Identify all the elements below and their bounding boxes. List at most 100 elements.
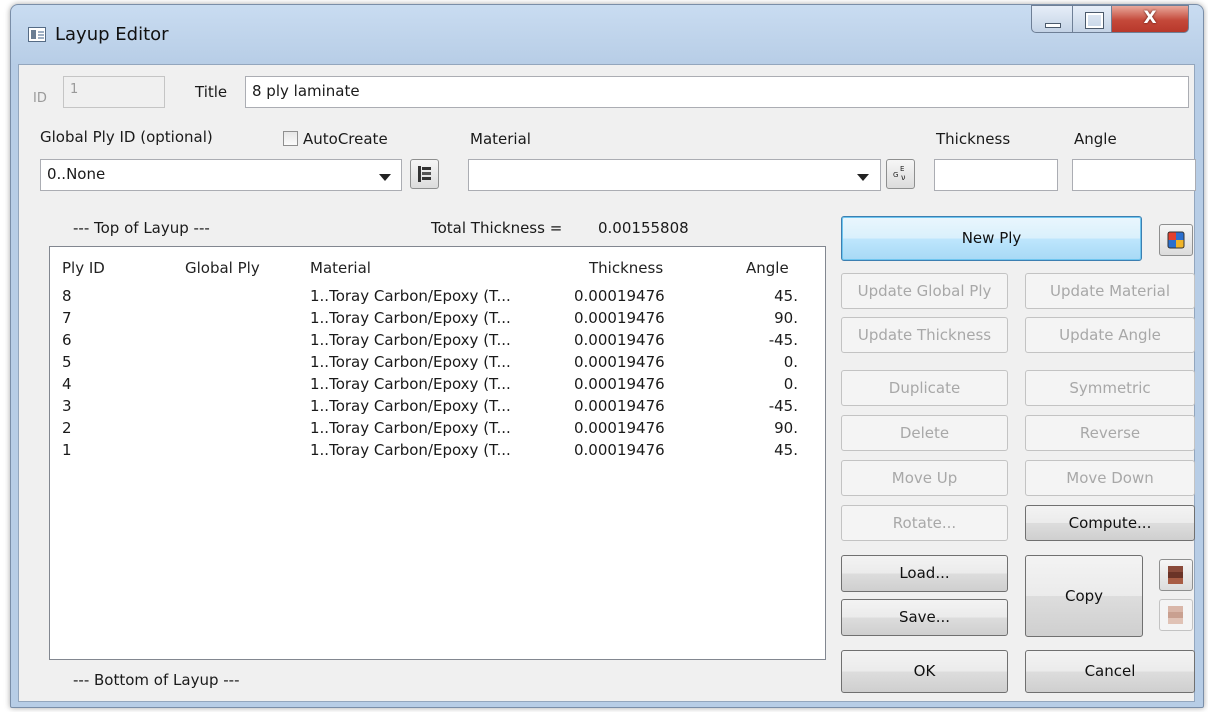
copy-stack-button[interactable] bbox=[1159, 559, 1193, 591]
angle-cell: 0. bbox=[783, 375, 798, 393]
material-select-button[interactable]: E G ν bbox=[886, 159, 915, 189]
ply-id-cell: 4 bbox=[62, 375, 72, 393]
autocreate-label: AutoCreate bbox=[303, 130, 388, 148]
title-field[interactable]: 8 ply laminate bbox=[245, 76, 1189, 108]
material-cell: 1..Toray Carbon/Epoxy (T... bbox=[310, 309, 511, 327]
title-label: Title bbox=[195, 83, 228, 101]
table-row[interactable]: 7 1..Toray Carbon/Epoxy (T... 0.00019476… bbox=[50, 309, 825, 331]
dialog-body: ID 1 Title 8 ply laminate Global Ply ID … bbox=[18, 64, 1196, 702]
thickness-label: Thickness bbox=[936, 130, 1011, 148]
material-cell: 1..Toray Carbon/Epoxy (T... bbox=[310, 375, 511, 393]
table-row[interactable]: 5 1..Toray Carbon/Epoxy (T... 0.00019476… bbox=[50, 353, 825, 375]
table-row[interactable]: 6 1..Toray Carbon/Epoxy (T... 0.00019476… bbox=[50, 331, 825, 353]
svg-text:E: E bbox=[900, 165, 904, 173]
chevron-down-icon[interactable] bbox=[857, 174, 869, 181]
color-palette-icon bbox=[1167, 231, 1185, 249]
total-thickness-label: Total Thickness = bbox=[431, 219, 563, 237]
thickness-cell: 0.00019476 bbox=[574, 441, 665, 459]
material-label: Material bbox=[470, 130, 531, 148]
copy-button[interactable]: Copy bbox=[1025, 555, 1143, 637]
ply-id-cell: 6 bbox=[62, 331, 72, 349]
top-of-layup-label: --- Top of Layup --- bbox=[73, 219, 210, 237]
update-material-button[interactable]: Update Material bbox=[1025, 273, 1195, 309]
material-select-icon: E G ν bbox=[893, 165, 906, 182]
ok-button[interactable]: OK bbox=[841, 650, 1008, 693]
table-row[interactable]: 2 1..Toray Carbon/Epoxy (T... 0.00019476… bbox=[50, 419, 825, 441]
compute-button[interactable]: Compute... bbox=[1025, 505, 1195, 541]
material-combo[interactable] bbox=[468, 159, 881, 191]
global-ply-combo[interactable]: 0..None bbox=[40, 159, 402, 191]
delete-button[interactable]: Delete bbox=[841, 415, 1008, 451]
table-row[interactable]: 3 1..Toray Carbon/Epoxy (T... 0.00019476… bbox=[50, 397, 825, 419]
save-button[interactable]: Save... bbox=[841, 599, 1008, 636]
update-thickness-button[interactable]: Update Thickness bbox=[841, 317, 1008, 353]
material-cell: 1..Toray Carbon/Epoxy (T... bbox=[310, 331, 511, 349]
thickness-field[interactable] bbox=[934, 159, 1058, 191]
id-label: ID bbox=[33, 91, 47, 106]
paste-stack-button[interactable] bbox=[1159, 599, 1193, 631]
table-row[interactable]: 1 1..Toray Carbon/Epoxy (T... 0.00019476… bbox=[50, 441, 825, 463]
angle-cell: 90. bbox=[774, 419, 798, 437]
total-thickness-value: 0.00155808 bbox=[598, 219, 689, 237]
ply-id-cell: 5 bbox=[62, 353, 72, 371]
layup-editor-window: Layup Editor ID 1 Title 8 ply laminate G… bbox=[10, 4, 1204, 708]
ply-select-icon bbox=[418, 166, 431, 182]
duplicate-button[interactable]: Duplicate bbox=[841, 370, 1008, 406]
thickness-cell: 0.00019476 bbox=[574, 375, 665, 393]
copy-stack-icon bbox=[1168, 566, 1183, 584]
cancel-button[interactable]: Cancel bbox=[1025, 650, 1195, 693]
thickness-cell: 0.00019476 bbox=[574, 309, 665, 327]
thickness-cell: 0.00019476 bbox=[574, 419, 665, 437]
chevron-down-icon[interactable] bbox=[379, 174, 391, 181]
paste-stack-icon bbox=[1168, 606, 1183, 624]
angle-field[interactable] bbox=[1072, 159, 1196, 191]
ply-id-cell: 7 bbox=[62, 309, 72, 327]
ply-select-button[interactable] bbox=[410, 159, 439, 189]
angle-cell: 45. bbox=[774, 287, 798, 305]
move-up-button[interactable]: Move Up bbox=[841, 460, 1008, 496]
table-row[interactable]: 4 1..Toray Carbon/Epoxy (T... 0.00019476… bbox=[50, 375, 825, 397]
material-cell: 1..Toray Carbon/Epoxy (T... bbox=[310, 441, 511, 459]
column-header-ply-id[interactable]: Ply ID bbox=[62, 259, 105, 277]
maximize-button[interactable] bbox=[1072, 5, 1112, 33]
layup-editor-app-icon bbox=[28, 27, 46, 42]
thickness-cell: 0.00019476 bbox=[574, 397, 665, 415]
column-header-thickness[interactable]: Thickness bbox=[589, 259, 663, 277]
material-cell: 1..Toray Carbon/Epoxy (T... bbox=[310, 397, 511, 415]
color-palette-button[interactable] bbox=[1159, 224, 1193, 256]
angle-cell: 90. bbox=[774, 309, 798, 327]
close-button[interactable] bbox=[1111, 5, 1189, 33]
minimize-button[interactable] bbox=[1031, 5, 1073, 33]
title-bar[interactable]: Layup Editor bbox=[11, 5, 1203, 65]
column-header-angle[interactable]: Angle bbox=[746, 259, 789, 277]
global-ply-value: 0..None bbox=[47, 165, 106, 183]
svg-text:G: G bbox=[893, 171, 898, 179]
load-button[interactable]: Load... bbox=[841, 555, 1008, 592]
material-cell: 1..Toray Carbon/Epoxy (T... bbox=[310, 287, 511, 305]
angle-cell: -45. bbox=[768, 331, 798, 349]
window-title: Layup Editor bbox=[55, 24, 169, 45]
rotate-button[interactable]: Rotate... bbox=[841, 505, 1008, 541]
ply-id-cell: 8 bbox=[62, 287, 72, 305]
move-down-button[interactable]: Move Down bbox=[1025, 460, 1195, 496]
material-cell: 1..Toray Carbon/Epoxy (T... bbox=[310, 353, 511, 371]
angle-label: Angle bbox=[1074, 130, 1117, 148]
column-header-global-ply[interactable]: Global Ply bbox=[185, 259, 260, 277]
symmetric-button[interactable]: Symmetric bbox=[1025, 370, 1195, 406]
angle-cell: 0. bbox=[783, 353, 798, 371]
table-row[interactable]: 8 1..Toray Carbon/Epoxy (T... 0.00019476… bbox=[50, 287, 825, 309]
ply-id-cell: 1 bbox=[62, 441, 72, 459]
update-angle-button[interactable]: Update Angle bbox=[1025, 317, 1195, 353]
column-header-material[interactable]: Material bbox=[310, 259, 371, 277]
new-ply-button[interactable]: New Ply bbox=[841, 216, 1142, 261]
thickness-cell: 0.00019476 bbox=[574, 287, 665, 305]
angle-cell: 45. bbox=[774, 441, 798, 459]
autocreate-checkbox[interactable] bbox=[283, 131, 298, 146]
reverse-button[interactable]: Reverse bbox=[1025, 415, 1195, 451]
bottom-of-layup-label: --- Bottom of Layup --- bbox=[73, 671, 240, 689]
update-global-ply-button[interactable]: Update Global Ply bbox=[841, 273, 1008, 309]
global-ply-label: Global Ply ID (optional) bbox=[40, 128, 213, 146]
thickness-cell: 0.00019476 bbox=[574, 353, 665, 371]
ply-list[interactable]: Ply ID Global Ply Material Thickness Ang… bbox=[49, 246, 826, 660]
angle-cell: -45. bbox=[768, 397, 798, 415]
